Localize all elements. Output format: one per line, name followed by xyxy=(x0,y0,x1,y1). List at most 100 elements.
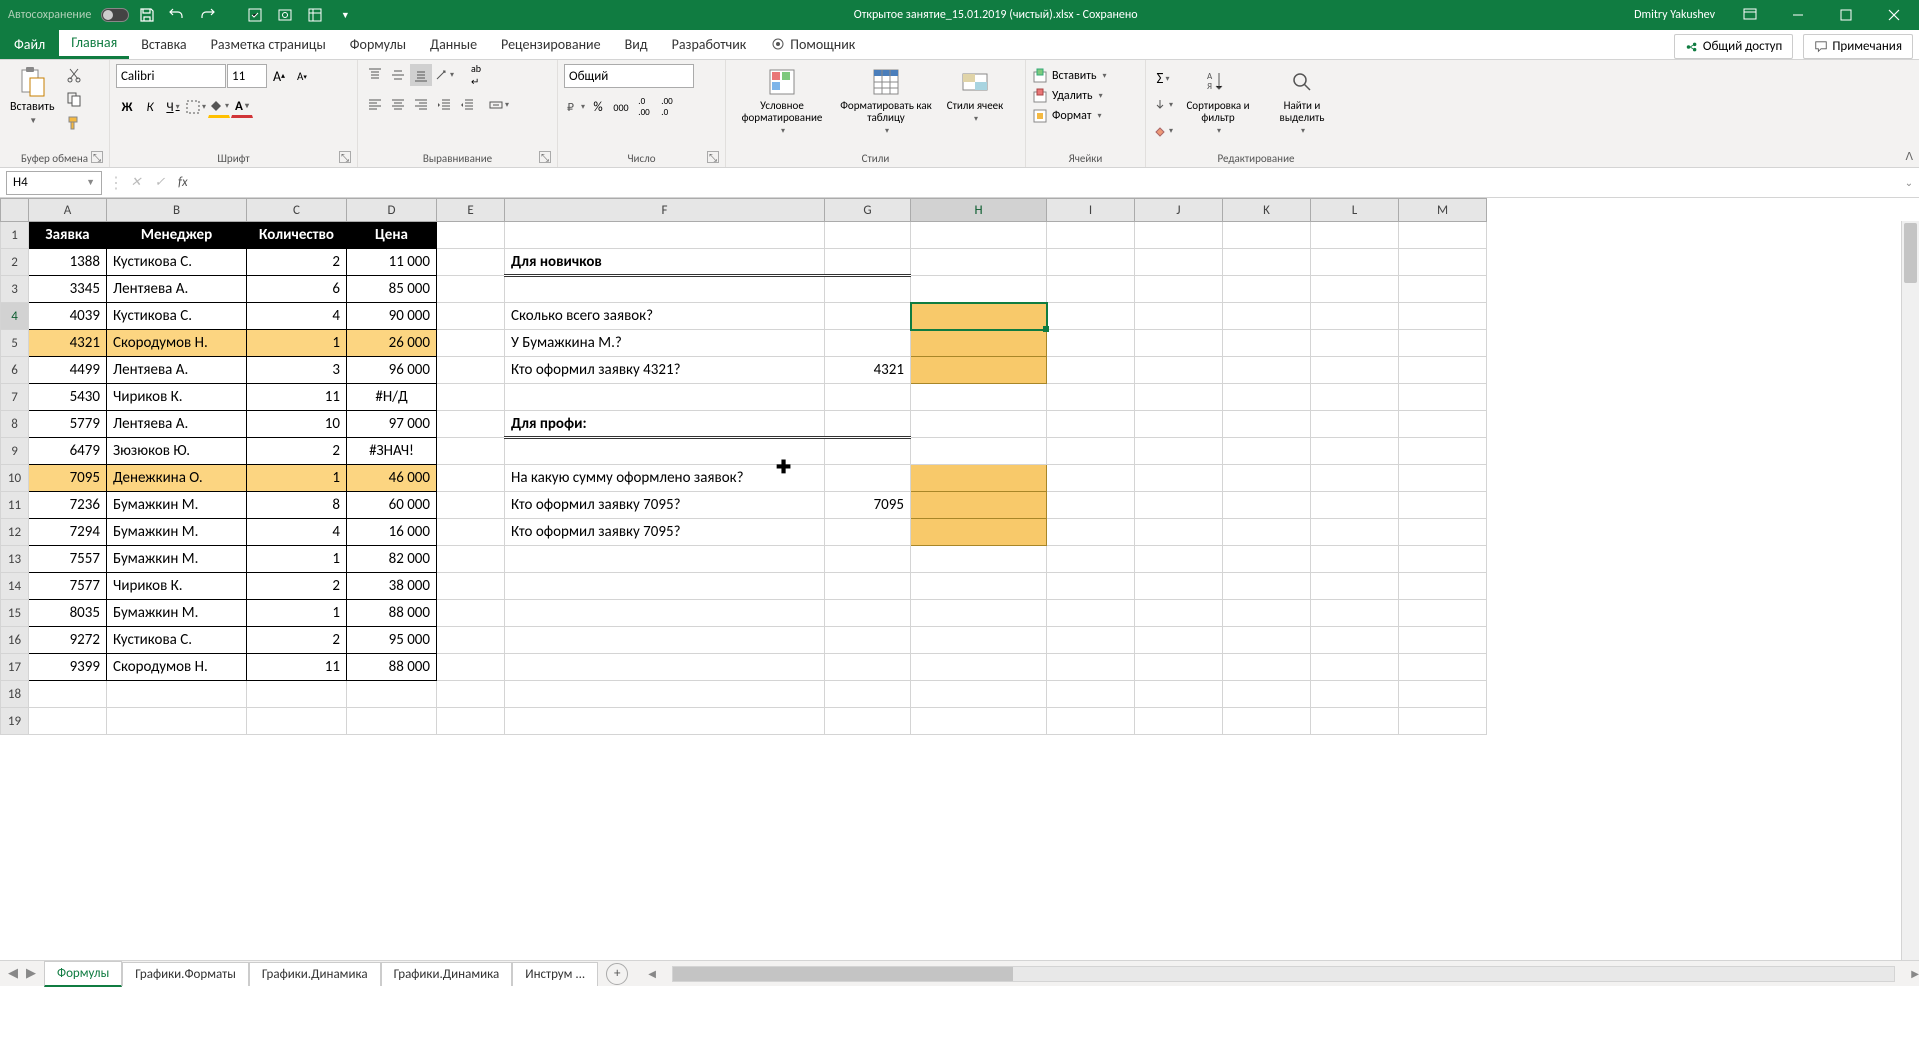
cell-A7[interactable]: 5430 xyxy=(29,384,107,411)
cell-B17[interactable]: Скородумов Н. xyxy=(107,654,247,681)
cell-E2[interactable] xyxy=(437,249,505,276)
cell-B14[interactable]: Чириков К. xyxy=(107,573,247,600)
row-header-9[interactable]: 9 xyxy=(1,438,29,465)
row-header-16[interactable]: 16 xyxy=(1,627,29,654)
row-header-15[interactable]: 15 xyxy=(1,600,29,627)
delete-cells-button[interactable]: Удалить▾ xyxy=(1032,88,1103,104)
cell-B3[interactable]: Лентяева А. xyxy=(107,276,247,303)
cell-J12[interactable] xyxy=(1135,519,1223,546)
sheet-tab-4[interactable]: Графики.Динамика xyxy=(381,962,513,986)
format-as-table-button[interactable]: Форматировать как таблицу▾ xyxy=(836,64,936,138)
merge-icon[interactable]: ▾ xyxy=(488,94,510,116)
row-header-17[interactable]: 17 xyxy=(1,654,29,681)
increase-indent-icon[interactable] xyxy=(456,94,478,116)
cell-H4[interactable] xyxy=(911,303,1047,330)
cell-E17[interactable] xyxy=(437,654,505,681)
cell-G7[interactable] xyxy=(825,384,911,411)
hscroll-right-icon[interactable]: ▶ xyxy=(1911,967,1919,980)
select-all-corner[interactable] xyxy=(1,199,29,222)
cell-E4[interactable] xyxy=(437,303,505,330)
cell-E16[interactable] xyxy=(437,627,505,654)
cell-I7[interactable] xyxy=(1047,384,1135,411)
cell-C5[interactable]: 1 xyxy=(247,330,347,357)
tab-data[interactable]: Данные xyxy=(418,29,489,59)
cell-D17[interactable]: 88 000 xyxy=(347,654,437,681)
row-header-19[interactable]: 19 xyxy=(1,708,29,735)
cell-G1[interactable] xyxy=(825,222,911,249)
add-sheet-icon[interactable]: + xyxy=(606,963,628,985)
row-header-11[interactable]: 11 xyxy=(1,492,29,519)
col-header-C[interactable]: C xyxy=(247,199,347,222)
cell-K13[interactable] xyxy=(1223,546,1311,573)
cell-E6[interactable] xyxy=(437,357,505,384)
cell-F4[interactable]: Сколько всего заявок? xyxy=(505,303,825,330)
cell-F2[interactable]: Для новичков xyxy=(505,249,825,276)
cell-K15[interactable] xyxy=(1223,600,1311,627)
cell-B19[interactable] xyxy=(107,708,247,735)
cell-M13[interactable] xyxy=(1399,546,1487,573)
cell-H15[interactable] xyxy=(911,600,1047,627)
cell-D6[interactable]: 96 000 xyxy=(347,357,437,384)
cell-H16[interactable] xyxy=(911,627,1047,654)
cell-L10[interactable] xyxy=(1311,465,1399,492)
cell-L17[interactable] xyxy=(1311,654,1399,681)
row-header-18[interactable]: 18 xyxy=(1,681,29,708)
cell-K10[interactable] xyxy=(1223,465,1311,492)
cell-L9[interactable] xyxy=(1311,438,1399,465)
cancel-formula-icon[interactable]: ✕ xyxy=(124,171,148,195)
clear-icon[interactable]: ▾ xyxy=(1152,120,1174,142)
user-name[interactable]: Dmitry Yakushev xyxy=(1634,8,1715,22)
cell-H10[interactable] xyxy=(911,465,1047,492)
collapse-ribbon-icon[interactable]: ᐱ xyxy=(1905,150,1913,163)
cell-A12[interactable]: 7294 xyxy=(29,519,107,546)
cell-E7[interactable] xyxy=(437,384,505,411)
cell-I15[interactable] xyxy=(1047,600,1135,627)
cell-E8[interactable] xyxy=(437,411,505,438)
cell-J18[interactable] xyxy=(1135,681,1223,708)
cell-C11[interactable]: 8 xyxy=(247,492,347,519)
cell-C16[interactable]: 2 xyxy=(247,627,347,654)
cell-I14[interactable] xyxy=(1047,573,1135,600)
cell-B18[interactable] xyxy=(107,681,247,708)
cell-E5[interactable] xyxy=(437,330,505,357)
close-icon[interactable] xyxy=(1871,0,1917,30)
cell-K17[interactable] xyxy=(1223,654,1311,681)
cell-L18[interactable] xyxy=(1311,681,1399,708)
cell-A5[interactable]: 4321 xyxy=(29,330,107,357)
cell-A1[interactable]: Заявка xyxy=(29,222,107,249)
cell-H2[interactable] xyxy=(911,249,1047,276)
cell-L6[interactable] xyxy=(1311,357,1399,384)
cell-M16[interactable] xyxy=(1399,627,1487,654)
orientation-icon[interactable]: ▾ xyxy=(433,64,455,86)
tab-home[interactable]: Главная xyxy=(59,29,129,59)
cell-A19[interactable] xyxy=(29,708,107,735)
align-center-icon[interactable] xyxy=(387,94,409,116)
cell-A16[interactable]: 9272 xyxy=(29,627,107,654)
cell-L2[interactable] xyxy=(1311,249,1399,276)
cell-C13[interactable]: 1 xyxy=(247,546,347,573)
qat-icon-2[interactable] xyxy=(273,3,297,27)
cell-M8[interactable] xyxy=(1399,411,1487,438)
cell-M1[interactable] xyxy=(1399,222,1487,249)
qat-dropdown-icon[interactable]: ▼ xyxy=(333,3,357,27)
maximize-icon[interactable] xyxy=(1823,0,1869,30)
cell-I9[interactable] xyxy=(1047,438,1135,465)
cell-I6[interactable] xyxy=(1047,357,1135,384)
col-header-D[interactable]: D xyxy=(347,199,437,222)
cell-F14[interactable] xyxy=(505,573,825,600)
cell-C7[interactable]: 11 xyxy=(247,384,347,411)
row-header-7[interactable]: 7 xyxy=(1,384,29,411)
cell-K8[interactable] xyxy=(1223,411,1311,438)
cell-D4[interactable]: 90 000 xyxy=(347,303,437,330)
cell-J16[interactable] xyxy=(1135,627,1223,654)
col-header-L[interactable]: L xyxy=(1311,199,1399,222)
cell-H17[interactable] xyxy=(911,654,1047,681)
find-select-button[interactable]: Найти и выделить▾ xyxy=(1262,64,1342,138)
cell-F13[interactable] xyxy=(505,546,825,573)
percent-icon[interactable]: % xyxy=(587,96,609,118)
cell-C19[interactable] xyxy=(247,708,347,735)
cell-I19[interactable] xyxy=(1047,708,1135,735)
cell-J3[interactable] xyxy=(1135,276,1223,303)
ribbon-options-icon[interactable] xyxy=(1727,0,1773,30)
cell-D2[interactable]: 11 000 xyxy=(347,249,437,276)
